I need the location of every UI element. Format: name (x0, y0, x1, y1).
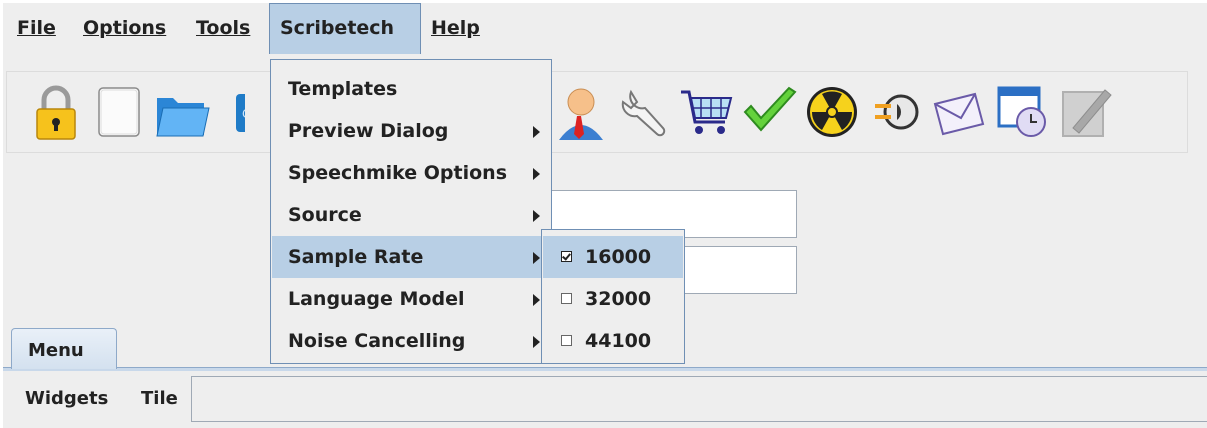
sample-rate-submenu: 16000 32000 44100 (541, 229, 685, 364)
tile-button[interactable]: Tile (141, 373, 178, 425)
sample-rate-32000[interactable]: 32000 (543, 278, 683, 320)
mail-button[interactable] (929, 82, 987, 142)
widget-area (191, 376, 1207, 422)
menu-item-templates[interactable]: Templates (272, 68, 550, 110)
window-clock-icon (997, 86, 1046, 137)
plug-button[interactable] (867, 82, 925, 142)
cart-button[interactable] (677, 82, 735, 142)
new-document-button[interactable] (91, 82, 149, 142)
plug-icon (875, 94, 919, 130)
sample-rate-label: 44100 (585, 330, 652, 352)
wrench-button[interactable] (615, 82, 673, 142)
user-button[interactable] (551, 82, 609, 142)
lock-icon (36, 85, 76, 140)
unchecked-checkbox-icon (561, 293, 572, 304)
menu-item-source[interactable]: Source (272, 194, 550, 236)
blue-ci-icon: Cl (236, 94, 245, 132)
menu-options[interactable]: Options (73, 3, 176, 54)
menu-item-language-model[interactable]: Language Model (272, 278, 550, 320)
cart-icon (681, 90, 733, 134)
toolbar: Cl (6, 71, 1188, 153)
submenu-arrow-icon (533, 336, 540, 348)
menu-item-label: Speechmike Options (288, 162, 508, 184)
menu-item-label: Sample Rate (288, 246, 424, 268)
menu-item-label: Noise Cancelling (288, 330, 466, 352)
menu-item-noise-cancelling[interactable]: Noise Cancelling (272, 320, 550, 362)
menu-help-label: Help (431, 17, 480, 39)
menu-file-label: File (17, 17, 56, 39)
tab-strip-line (3, 367, 1207, 371)
text-field-2[interactable] (683, 246, 797, 294)
sample-rate-16000[interactable]: 16000 (543, 236, 683, 278)
menu-item-label: Templates (288, 78, 398, 100)
menu-options-label: Options (83, 17, 167, 39)
checkmark-icon (743, 86, 797, 132)
open-folder-button[interactable] (153, 82, 211, 142)
menu-scribetech-label: Scribetech (280, 17, 395, 39)
menu-bar: File Options Tools Scribetech Help (3, 3, 1207, 54)
submenu-arrow-icon (533, 168, 540, 180)
wrench-icon (621, 89, 666, 137)
menu-item-sample-rate[interactable]: Sample Rate (272, 236, 550, 278)
tile-label: Tile (141, 388, 178, 409)
menu-item-speechmike-options[interactable]: Speechmike Options (272, 152, 550, 194)
window-clock-button[interactable] (993, 82, 1051, 142)
submenu-arrow-icon (533, 210, 540, 222)
unchecked-checkbox-icon (561, 335, 572, 346)
menu-item-label: Source (288, 204, 362, 226)
menu-item-label: Preview Dialog (288, 120, 449, 142)
edit-disabled-button[interactable] (1057, 82, 1115, 142)
menu-help[interactable]: Help (421, 3, 490, 54)
application-window: File Options Tools Scribetech Help Menu … (3, 3, 1207, 428)
envelope-icon (933, 92, 985, 136)
menu-file[interactable]: File (7, 3, 66, 54)
widgets-label: Widgets (25, 388, 109, 409)
sample-rate-label: 32000 (585, 288, 652, 310)
check-button[interactable] (741, 82, 799, 142)
menu-tools[interactable]: Tools (186, 3, 260, 54)
submenu-arrow-icon (533, 252, 540, 264)
radiation-button[interactable] (803, 82, 861, 142)
widget-bar: Widgets Tile (3, 373, 1207, 425)
submenu-arrow-icon (533, 126, 540, 138)
sample-rate-44100[interactable]: 44100 (543, 320, 683, 362)
user-icon (559, 88, 603, 140)
widgets-button[interactable]: Widgets (25, 373, 108, 425)
lock-button[interactable] (27, 82, 85, 142)
disabled-edit-icon (1062, 89, 1112, 137)
menu-scribetech[interactable]: Scribetech (269, 3, 421, 54)
menu-item-preview-dialog[interactable]: Preview Dialog (272, 110, 550, 152)
folder-icon (156, 98, 210, 137)
ci-button[interactable]: Cl (217, 82, 245, 142)
menu-item-label: Language Model (288, 288, 465, 310)
radiation-icon (807, 87, 857, 137)
tab-menu[interactable]: Menu (11, 328, 117, 369)
svg-text:Cl: Cl (242, 107, 245, 121)
menu-tools-label: Tools (196, 17, 251, 39)
scribetech-dropdown-menu: Templates Preview Dialog Speechmike Opti… (270, 59, 552, 364)
submenu-arrow-icon (533, 294, 540, 306)
sample-rate-label: 16000 (585, 246, 652, 268)
tab-menu-label: Menu (28, 340, 84, 361)
blank-page-icon (98, 87, 140, 137)
checked-checkbox-icon (561, 251, 572, 262)
